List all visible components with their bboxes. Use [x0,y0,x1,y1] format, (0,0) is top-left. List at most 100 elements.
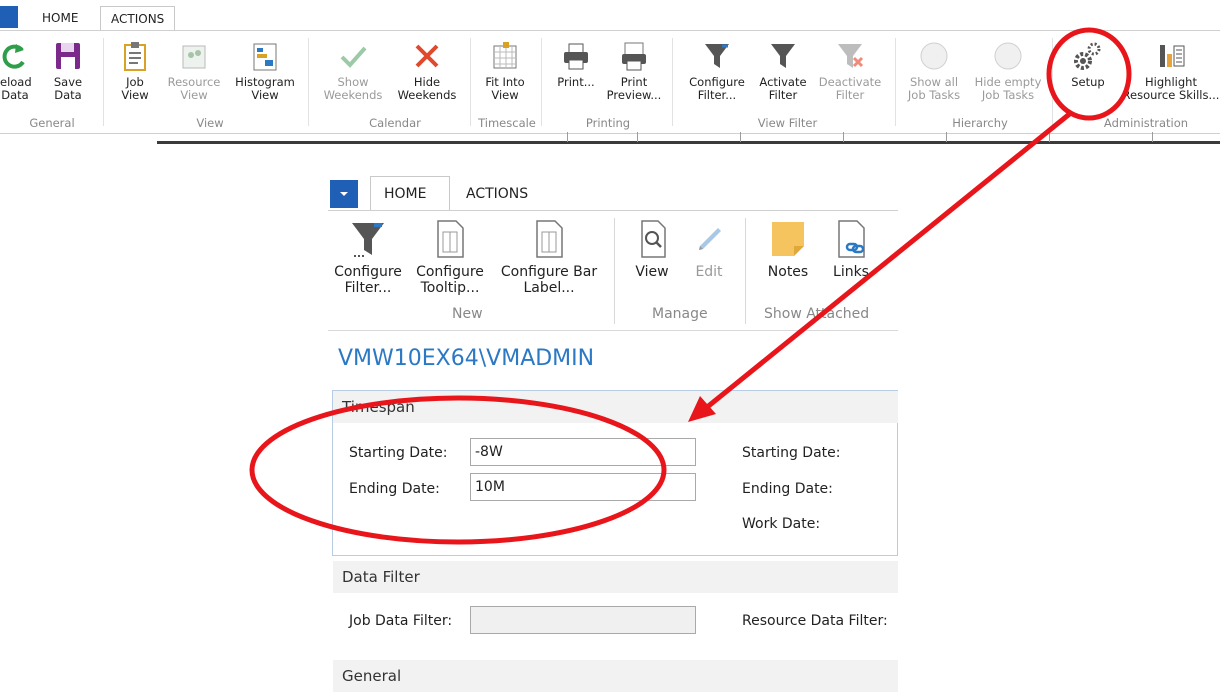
refresh-icon [2,44,25,69]
group-administration-label: Administration [1103,116,1189,130]
separator [470,38,471,126]
dialog-tab-actions[interactable]: ACTIONS [466,186,528,202]
checkmark-icon [340,46,367,68]
configure-filter-label: Configure Filter... [689,75,745,102]
show-weekends-button[interactable]: Show Weekends [320,40,386,102]
right-starting-date-label: Starting Date: [742,445,841,461]
print-preview-label: Print Preview... [606,75,662,102]
reload-data-button[interactable]: eload Data [0,40,32,102]
group-general-label: General [29,116,75,130]
general-heading[interactable]: General [333,660,898,692]
magnifier-document-icon [641,220,666,258]
links-label: Links [833,264,869,280]
separator [672,38,673,126]
activate-filter-label: Activate Filter [759,75,807,102]
tab-actions[interactable]: ACTIONS [100,6,176,32]
group-hierarchy-label: Hierarchy [952,116,1008,130]
group-manage-label: Manage [652,306,708,322]
group-timescale-label: Timescale [478,116,536,130]
starting-date-label: Starting Date: [349,445,448,461]
resource-view-button[interactable]: Resource View [163,40,225,102]
resource-data-filter-label: Resource Data Filter: [742,613,888,629]
links-button[interactable]: Links [824,218,878,280]
configure-tooltip-button[interactable]: Configure Tooltip... [412,218,488,296]
configure-bar-label-label: Configure Bar Label... [500,264,598,296]
chevron-down-icon [340,192,348,196]
document-icon [536,220,563,258]
top-tab-bar: HOME ACTIONS [0,0,1220,32]
show-all-job-tasks-label: Show all Job Tasks [907,75,961,102]
work-date-label: Work Date: [742,516,821,532]
ending-date-label: Ending Date: [349,481,440,497]
activate-filter-button[interactable]: Activate Filter [755,40,811,102]
column-divider [843,132,844,142]
edit-label: Edit [695,264,723,280]
print-button[interactable]: Print... [551,40,601,89]
gear-icon [1074,42,1101,70]
hide-empty-job-tasks-label: Hide empty Job Tasks [974,75,1042,102]
group-view-filter-label: View Filter [757,116,818,130]
starting-date-input[interactable]: -8W [470,438,696,466]
job-view-button[interactable]: Job View [117,40,153,102]
job-data-filter-input[interactable] [470,606,696,634]
view-button[interactable]: View [628,218,676,280]
right-ending-date-label: Ending Date: [742,481,833,497]
show-all-job-tasks-button[interactable]: Show all Job Tasks [904,40,964,102]
hide-empty-job-tasks-button[interactable]: Hide empty Job Tasks [970,40,1046,102]
circle-icon [994,42,1022,70]
ending-date-input[interactable]: 10M [470,473,696,501]
clipboard-icon [124,42,146,71]
resource-view-label: Resource View [167,75,221,102]
resource-icon [182,45,206,69]
hide-weekends-button[interactable]: Hide Weekends [392,40,462,102]
dialog-configure-filter-label: Configure Filter... [334,264,402,296]
fit-into-view-button[interactable]: Fit Into View [475,40,535,102]
dialog-tab-home[interactable]: HOME [384,186,426,202]
separator [745,218,746,324]
timespan-heading[interactable]: Timespan [333,391,898,423]
dialog-configure-filter-button[interactable]: Configure Filter... [330,218,406,296]
divider [328,330,898,331]
setup-label: Setup [1071,75,1105,89]
print-preview-button[interactable]: Print Preview... [603,40,665,102]
printer-icon [564,43,588,70]
job-data-filter-label: Job Data Filter: [349,613,453,629]
filter-icon [771,44,795,68]
tools-icon [1160,45,1185,67]
dialog-menu-button[interactable] [330,180,358,208]
histogram-view-button[interactable]: Histogram View [230,40,300,102]
separator [541,38,542,126]
group-show-attached-label: Show Attached [764,306,870,322]
deactivate-filter-button[interactable]: Deactivate Filter [815,40,885,102]
highlight-resource-skills-label: Highlight Resource Skills... [1122,75,1220,102]
data-filter-heading[interactable]: Data Filter [333,561,898,593]
highlight-resource-skills-button[interactable]: Highlight Resource Skills... [1122,40,1220,102]
document-icon [437,220,464,258]
fit-into-view-label: Fit Into View [485,75,525,102]
column-divider [946,132,947,142]
close-icon [415,44,439,68]
tab-home[interactable]: HOME [32,6,88,30]
histogram-view-label: Histogram View [235,75,295,102]
notes-button[interactable]: Notes [758,218,818,280]
column-divider [567,132,568,142]
edit-button[interactable]: Edit [686,218,732,280]
note-icon [772,222,804,256]
separator [614,218,615,324]
setup-button[interactable]: Setup [1066,40,1110,89]
link-document-icon [838,220,865,258]
group-new-label: New [452,306,483,322]
file-menu-button[interactable] [0,6,18,28]
floppy-disk-icon [56,43,80,69]
filter-icon [352,223,384,257]
separator [308,38,309,126]
configure-filter-button[interactable]: Configure Filter... [684,40,750,102]
print-preview-icon [622,42,646,71]
notes-label: Notes [767,264,809,280]
show-weekends-label: Show Weekends [323,75,383,102]
separator [895,38,896,126]
save-data-button[interactable]: Save Data [48,40,88,102]
configure-bar-label-button[interactable]: Configure Bar Label... [494,218,604,296]
configure-tooltip-label: Configure Tooltip... [416,264,484,296]
pencil-icon [699,228,721,250]
